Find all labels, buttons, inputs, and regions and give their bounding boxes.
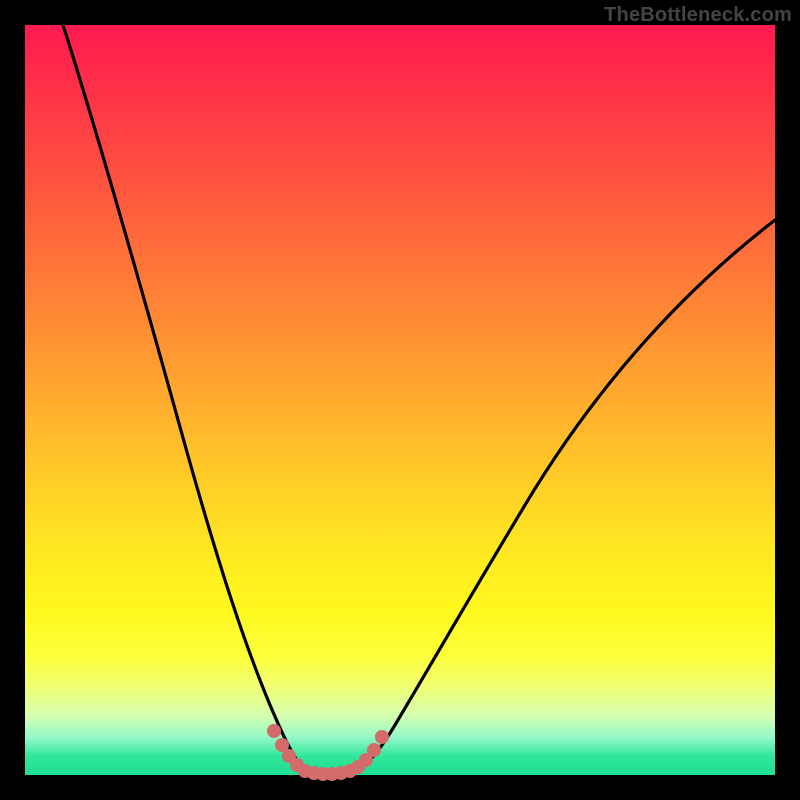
marker-dot bbox=[267, 724, 281, 738]
outer-frame: TheBottleneck.com bbox=[0, 0, 800, 800]
curve-svg bbox=[25, 25, 775, 775]
marker-dot bbox=[367, 743, 381, 757]
watermark-text: TheBottleneck.com bbox=[604, 4, 792, 27]
highlight-marker-group bbox=[267, 724, 389, 781]
marker-dot bbox=[375, 730, 389, 744]
bottleneck-curve-left bbox=[63, 25, 307, 772]
bottleneck-curve-right bbox=[353, 220, 775, 772]
gradient-plot-area bbox=[25, 25, 775, 775]
